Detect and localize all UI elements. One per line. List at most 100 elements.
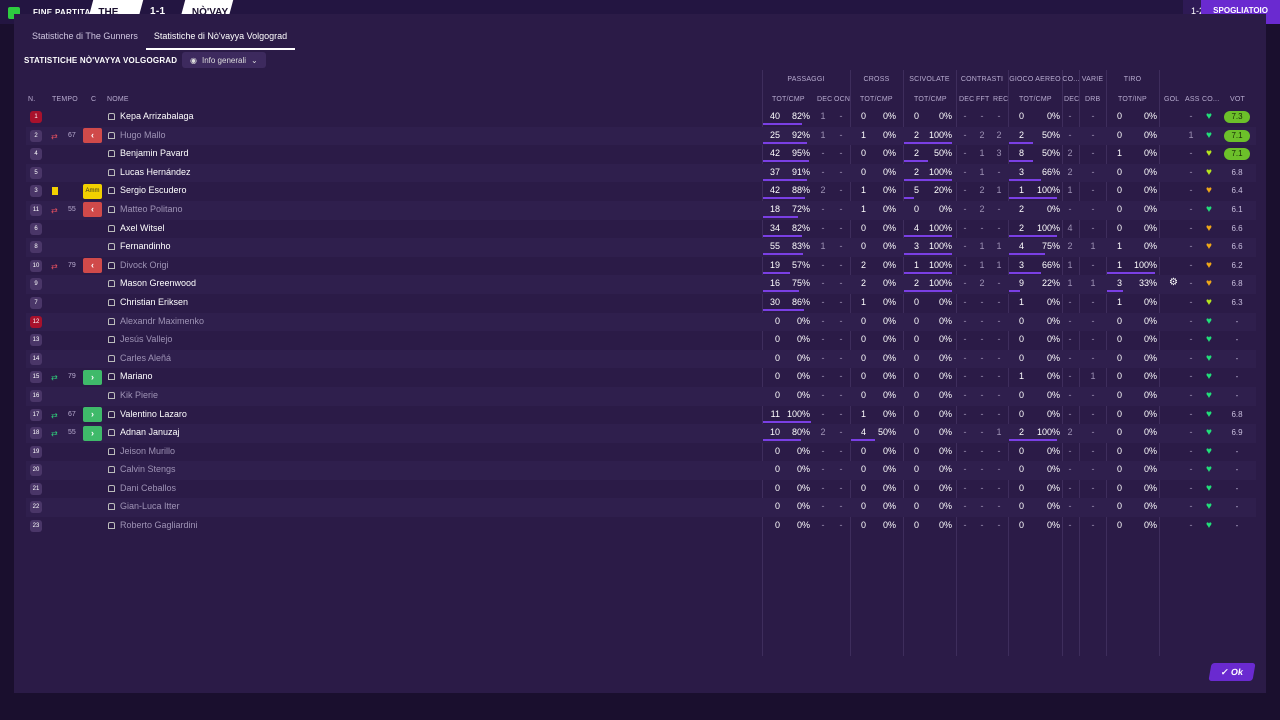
contr-rec: - (997, 111, 1001, 121)
col-voto[interactable]: VOT (1230, 96, 1245, 103)
tackle-total: 0 (913, 203, 919, 214)
player-name[interactable]: Hugo Mallo (120, 130, 166, 140)
player-name[interactable]: Calvin Stengs (120, 464, 176, 474)
col-co2[interactable]: CO... (1202, 96, 1219, 103)
player-name[interactable]: Mason Greenwood (120, 278, 196, 288)
player-row[interactable]: 21 Dani Ceballos 0 0% - -0 0% 0 0% - - -0 0% - -0 0% - ♥ - (26, 480, 1256, 499)
col-con-dec[interactable]: DEC (959, 96, 974, 103)
col-n[interactable]: N. (28, 96, 35, 103)
col-aereo-totcmp[interactable]: TOT/CMP (1019, 96, 1052, 103)
substituted-out-button[interactable]: ‹ (83, 128, 102, 144)
player-row[interactable]: 8 Fernandinho 55 83% 1-0 0% 3 100% -1 1 4 75% 2 1 1 0% -… (26, 238, 1256, 257)
player-name[interactable]: Christian Eriksen (120, 297, 188, 307)
player-row[interactable]: 7 Christian Eriksen 30 86% - -1 0% 0 0% - - -1 0% - -1… (26, 294, 1256, 313)
shirt-icon (108, 429, 115, 437)
substituted-out-button[interactable]: ‹ (83, 202, 102, 218)
substituted-out-button[interactable]: ‹ (83, 258, 102, 274)
player-row[interactable]: 12 Alexandr Maximenko 0 0% - -0 0% 0 0% - - -0 0% - -0… (26, 312, 1256, 332)
player-name[interactable]: Gian-Luca Itter (120, 501, 180, 511)
player-row[interactable]: 4 Benjamin Pavard 42 95% - -0 0% 2 50% -1 3 8 50% 2-1… (26, 145, 1256, 164)
player-name[interactable]: Kepa Arrizabalaga (120, 111, 194, 121)
player-name[interactable]: Kik Pierie (120, 390, 158, 400)
player-row[interactable]: 11 ⇄ 55 ‹ Matteo Politano 18 72% - -1 0% 0 0% -2-2 0%… (26, 200, 1256, 220)
tab-home-stats[interactable]: Statistiche di The Gunners (24, 28, 146, 50)
player-row[interactable]: 2 ⇄ 67 ‹ Hugo Mallo 25 92% 1-1 0% 2 100% -2 2 2 50% - -0… (26, 126, 1256, 146)
player-name[interactable]: Divock Origi (120, 260, 169, 270)
col-pass-ocn[interactable]: OCN (834, 96, 850, 103)
col-co-dec[interactable]: DEC (1064, 96, 1079, 103)
match-rating: - (1235, 502, 1239, 512)
player-name[interactable]: Lucas Hernández (120, 167, 191, 177)
tackle-total: 0 (913, 315, 919, 326)
player-row[interactable]: 9 Mason Greenwood 16 75% - -2 0% 2 100% -2-9 22% 1 1… (26, 275, 1256, 294)
player-row[interactable]: 13 Jesús Vallejo 0 0% - -0 0% 0 0% - - -0 0% - -0 0% - ♥ - (26, 331, 1256, 350)
col-con-fft[interactable]: FFT (976, 96, 989, 103)
col-c[interactable]: C (91, 96, 96, 103)
aerial-pct: 50% (1041, 129, 1060, 140)
player-name[interactable]: Carles Aleñá (120, 353, 171, 363)
gear-icon: ⚙ (1169, 277, 1178, 289)
player-name[interactable]: Sergio Escudero (120, 185, 187, 195)
col-sciv-totcmp[interactable]: TOT/CMP (914, 96, 947, 103)
col-varie-drb[interactable]: DRB (1085, 96, 1100, 103)
team-tabs: Statistiche di The Gunners Statistiche d… (24, 28, 296, 50)
col-nome[interactable]: NOME (107, 96, 129, 103)
player-name[interactable]: Valentino Lazaro (120, 409, 187, 419)
col-pass-dec[interactable]: DEC (817, 96, 832, 103)
col-gol[interactable]: GOL (1164, 96, 1179, 103)
player-row[interactable]: 10 ⇄ 79 ‹ Divock Origi 19 57% - -2 0% 1 100% -1 1 3 66%… (26, 257, 1256, 276)
player-name[interactable]: Roberto Gagliardini (120, 520, 198, 530)
player-row[interactable]: 23 Roberto Gagliardini 0 0% - -0 0% 0 0% - - -0 0% - -… (26, 517, 1256, 536)
condition-heart-icon: ♥ (1206, 501, 1212, 513)
col-tiro-totinp[interactable]: TOT/INP (1118, 96, 1147, 103)
player-name[interactable]: Dani Ceballos (120, 483, 176, 493)
player-name[interactable]: Benjamin Pavard (120, 148, 189, 158)
cross-total: 0 (860, 371, 866, 382)
player-name[interactable]: Matteo Politano (120, 204, 183, 214)
player-name[interactable]: Alexandr Maximenko (120, 316, 204, 326)
contr-dec: - (963, 315, 967, 326)
player-row[interactable]: 15 ⇄ 79 › Mariano 0 0% - -0 0% 0 0% - - -1 0% -1 0 0% - ♥ - (26, 368, 1256, 387)
col-con-rec[interactable]: REC (993, 96, 1008, 103)
col-tempo[interactable]: TEMPO (52, 96, 78, 103)
player-name[interactable]: Mariano (120, 371, 153, 381)
ok-button[interactable]: ✓ Ok (1208, 663, 1256, 681)
player-name[interactable]: Fernandinho (120, 241, 171, 251)
player-row[interactable]: 18 ⇄ 55 › Adnan Januzaj 10 80% 2-4 50% 0 0% - -1 2 100… (26, 424, 1256, 443)
contr-rec: - (997, 445, 1001, 456)
dribble: - (1091, 222, 1095, 233)
pass-pct: 0% (796, 464, 810, 475)
assists: - (1189, 408, 1193, 419)
player-row[interactable]: 16 Kik Pierie 0 0% - -0 0% 0 0% - - -0 0% - -0 0% - ♥ - (26, 386, 1256, 406)
pass-pct: 0% (796, 520, 810, 531)
player-row[interactable]: 20 Calvin Stengs 0 0% - -0 0% 0 0% - - -0 0% - -0 0% - ♥ - (26, 461, 1256, 480)
player-row[interactable]: 22 Gian-Luca Itter 0 0% - -0 0% 0 0% - - -0 0% - -0 0% -… (26, 498, 1256, 518)
col-cross-totcmp[interactable]: TOT/CMP (860, 96, 893, 103)
player-name[interactable]: Jeison Murillo (120, 446, 175, 456)
substituted-in-button[interactable]: › (83, 425, 102, 441)
player-row[interactable]: 14 Carles Aleñá 0 0% - -0 0% 0 0% - - -0 0% - -0 0% - ♥ - (26, 349, 1256, 369)
sub-out-icon: ⇄ (51, 261, 58, 271)
view-filter-dropdown[interactable]: ◉ Info generali ⌄ (182, 52, 266, 68)
player-row[interactable]: 5 Lucas Hernández 37 91% - -0 0% 2 100% -1-3 66% 2-… (26, 163, 1256, 183)
player-name[interactable]: Jesús Vallejo (120, 334, 172, 344)
dribble: - (1091, 352, 1095, 363)
player-row[interactable]: 6 Axel Witsel 34 82% - -0 0% 4 100% - - -2 100% 4-0 0%… (26, 220, 1256, 239)
player-row[interactable]: 1 Kepa Arrizabalaga 40 82% 1-0 0% 0 0% - - -0 0% - -0… (26, 108, 1256, 127)
player-row[interactable]: 17 ⇄ 67 › Valentino Lazaro 11 100% - -1 0% 0 0% - - -0… (26, 406, 1256, 425)
match-rating: 7.1 (1224, 148, 1250, 161)
player-row[interactable]: 19 Jeison Murillo 0 0% - -0 0% 0 0% - - -0 0% - -0 0% - ♥… (26, 443, 1256, 462)
player-name[interactable]: Adnan Januzaj (120, 427, 180, 437)
substituted-in-button[interactable]: › (83, 407, 102, 422)
tackle-pct: 0% (938, 315, 952, 326)
player-name[interactable]: Axel Witsel (120, 223, 165, 233)
col-ass[interactable]: ASS (1185, 96, 1200, 103)
tackle-total: 0 (913, 445, 919, 456)
aerial-total: 0 (1018, 334, 1024, 345)
co-dec: - (1068, 111, 1072, 121)
tab-away-stats[interactable]: Statistiche di Nò'vayya Volgograd (145, 28, 296, 50)
col-pass-totcmp[interactable]: TOT/CMP (772, 96, 805, 103)
player-row[interactable]: 3 Amm Sergio Escudero 42 88% 2-1 0% 5 20% -2 1 1 100… (26, 182, 1256, 201)
contr-fft: 1 (979, 166, 985, 177)
substituted-in-button[interactable]: › (83, 369, 102, 385)
